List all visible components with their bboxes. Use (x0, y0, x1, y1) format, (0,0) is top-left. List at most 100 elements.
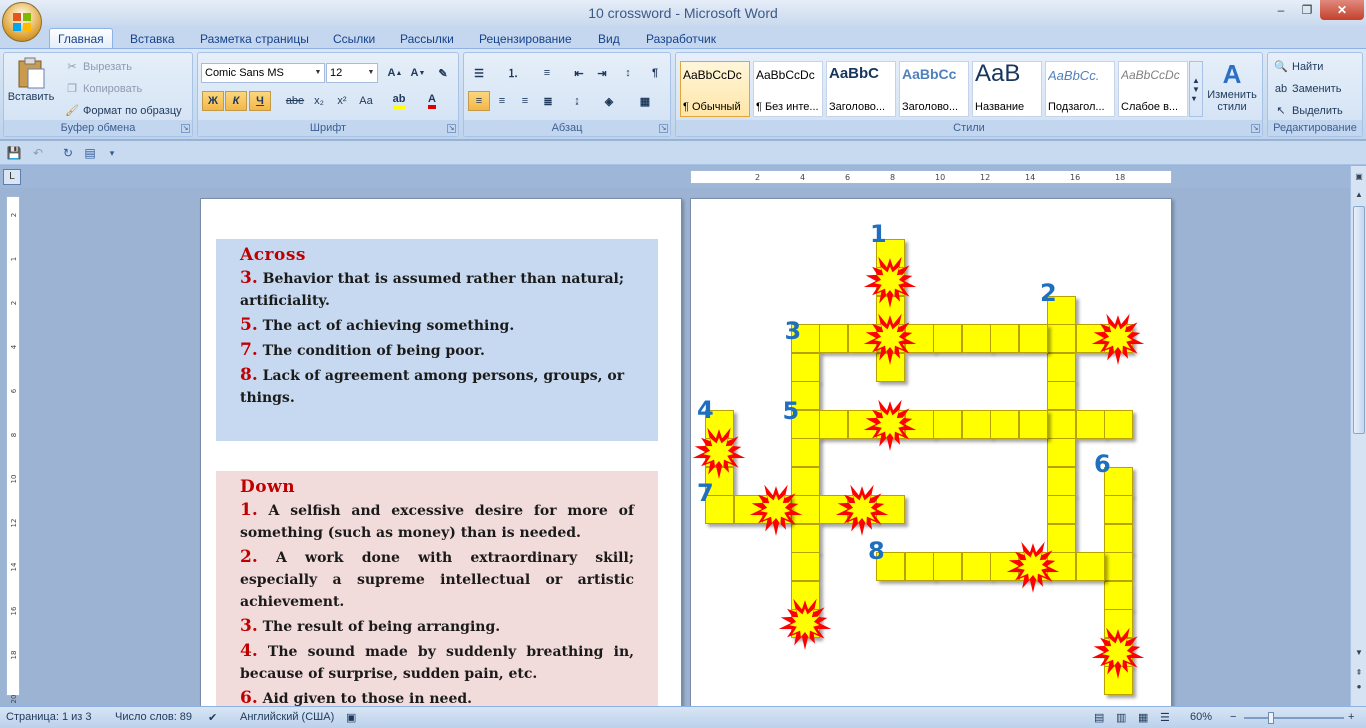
tab-stop-selector[interactable]: L (3, 169, 21, 185)
horizontal-ruler[interactable]: 2 4 6 8 10 12 14 16 18 (690, 170, 1172, 184)
scroll-up-icon[interactable]: ▲ (1352, 188, 1366, 202)
browse-object-icon[interactable]: ● (1352, 680, 1366, 694)
style-normal[interactable]: AaBbCcDc ¶ Обычный (680, 61, 750, 117)
align-center-icon[interactable]: ≡ (491, 91, 513, 111)
underline-button[interactable]: Ч (249, 91, 271, 111)
shrink-font-button[interactable]: A ▼ (407, 63, 429, 83)
change-styles-button[interactable]: A Изменить стили (1204, 59, 1260, 113)
undo-icon[interactable]: ↶ (30, 145, 46, 161)
style-no-spacing[interactable]: AaBbCcDc ¶ Без инте... (753, 61, 823, 117)
copy-button[interactable]: ❐ Копировать (64, 81, 142, 97)
full-screen-view-icon[interactable]: ▥ (1116, 711, 1126, 724)
zoom-slider-thumb[interactable] (1268, 712, 1274, 724)
style-heading-2[interactable]: AaBbCc Заголово... (899, 61, 969, 117)
minimize-button[interactable]: – (1268, 0, 1294, 20)
prev-page-icon[interactable]: ⇞ (1352, 666, 1366, 680)
select-button[interactable]: ↖ Выделить (1273, 103, 1342, 119)
font-launcher-icon[interactable]: ↘ (447, 124, 456, 133)
find-button[interactable]: 🔍 Найти (1273, 59, 1323, 75)
maximize-button[interactable]: ❐ (1294, 0, 1320, 20)
style-sample: AaBbCcDc (683, 68, 742, 82)
close-button[interactable]: ✕ (1320, 0, 1364, 20)
ruler-tick: 2 (10, 212, 18, 218)
sort-icon[interactable]: ↕ (617, 63, 639, 83)
crossword-cell (1047, 495, 1076, 524)
crossword-number: 1 (870, 219, 887, 248)
style-heading-1[interactable]: AaBbC Заголово... (826, 61, 896, 117)
line-spacing-icon[interactable]: ↨ (566, 91, 588, 111)
tab-insert[interactable]: Вставка (130, 29, 175, 48)
zoom-out-button[interactable]: − (1230, 711, 1236, 723)
font-name-combo[interactable]: Comic Sans MS ▼ (201, 63, 325, 83)
justify-icon[interactable]: ≣ (537, 91, 559, 111)
tab-home[interactable]: Главная (49, 28, 113, 49)
macro-record-icon[interactable]: ▣ (346, 711, 356, 724)
borders-icon[interactable]: ▦ (634, 91, 656, 111)
cut-button[interactable]: ✂ Вырезать (64, 59, 132, 75)
zoom-in-button[interactable]: + (1348, 711, 1354, 723)
web-view-icon[interactable]: ▦ (1138, 711, 1148, 724)
tab-references[interactable]: Ссылки (333, 29, 375, 48)
align-left-icon[interactable]: ≡ (468, 91, 490, 111)
clear-format-icon[interactable]: ✎ (432, 63, 454, 83)
customize-qat-icon[interactable]: ▾ (104, 145, 120, 161)
crossword-cell (1075, 409, 1105, 439)
bold-button[interactable]: Ж (202, 91, 224, 111)
styles-launcher-icon[interactable]: ↘ (1251, 124, 1260, 133)
scroll-down-icon[interactable]: ▼ (1352, 646, 1366, 660)
italic-button[interactable]: К (225, 91, 247, 111)
multilevel-list-icon[interactable]: ≡ (536, 63, 558, 83)
tab-mailings[interactable]: Рассылки (400, 29, 454, 48)
tab-page-layout[interactable]: Разметка страницы (200, 29, 309, 48)
bullets-icon[interactable]: ☰ (468, 63, 490, 83)
vertical-ruler[interactable]: 2 1 2 4 6 8 10 12 14 16 18 20 (6, 196, 20, 703)
strikethrough-button[interactable]: abe (284, 91, 306, 111)
tab-review[interactable]: Рецензирование (479, 29, 572, 48)
vertical-scrollbar[interactable]: ▣ ▲ ▼ ⇞ ● (1350, 166, 1366, 706)
increase-indent-icon[interactable]: ⇥ (591, 63, 613, 83)
outline-view-icon[interactable]: ☰ (1160, 711, 1170, 724)
style-title[interactable]: AaB Название (972, 61, 1042, 117)
paste-button[interactable]: Вставить (8, 57, 54, 117)
superscript-button[interactable]: x² (331, 91, 353, 111)
style-subtitle[interactable]: AaBbCc. Подзагол... (1045, 61, 1115, 117)
clue-number: 5. (240, 315, 258, 335)
redo-icon[interactable]: ↻ (60, 145, 76, 161)
numbering-icon[interactable]: ⒈ (502, 63, 524, 83)
clue-item: 2. A work done with extraordinary skill;… (240, 546, 634, 613)
font-color-icon[interactable]: A (421, 91, 443, 111)
tab-developer[interactable]: Разработчик (646, 29, 716, 48)
clipboard-launcher-icon[interactable]: ↘ (181, 124, 190, 133)
zoom-level[interactable]: 60% (1190, 711, 1212, 723)
tab-view[interactable]: Вид (598, 29, 620, 48)
crossword-number: 2 (1040, 278, 1057, 307)
styles-scroll-icon[interactable]: ▲ ▼ ▾ (1189, 61, 1203, 117)
align-right-icon[interactable]: ≡ (514, 91, 536, 111)
language-indicator[interactable]: Английский (США) (240, 711, 334, 723)
office-button[interactable] (2, 2, 42, 42)
subscript-button[interactable]: x₂ (308, 91, 330, 111)
crossword-number: 6 (1094, 449, 1111, 478)
page-counter[interactable]: Страница: 1 из 3 (6, 711, 92, 723)
spellcheck-icon[interactable]: ✔ (208, 711, 217, 724)
paragraph-launcher-icon[interactable]: ↘ (659, 124, 668, 133)
grow-font-button[interactable]: A ▲ (384, 63, 406, 83)
change-case-button[interactable]: Aa (355, 91, 377, 111)
print-preview-icon[interactable]: ▤ (82, 145, 98, 161)
decrease-indent-icon[interactable]: ⇤ (568, 63, 590, 83)
replace-button[interactable]: ab Заменить (1273, 81, 1342, 97)
highlight-icon[interactable]: ab (388, 91, 410, 111)
style-subtle-emphasis[interactable]: AaBbCcDc Слабое в... (1118, 61, 1188, 117)
save-icon[interactable]: 💾 (6, 145, 22, 161)
zoom-slider-track[interactable] (1244, 717, 1344, 719)
ruler-toggle-icon[interactable]: ▣ (1352, 170, 1366, 184)
shading-icon[interactable]: ◈ (598, 91, 620, 111)
ruler-tick: 4 (800, 173, 806, 182)
font-size-combo[interactable]: 12 ▼ (326, 63, 378, 83)
word-count[interactable]: Число слов: 89 (115, 711, 192, 723)
format-painter-button[interactable]: 🖌 Формат по образцу (64, 103, 182, 119)
show-marks-icon[interactable]: ¶ (644, 63, 666, 83)
print-layout-view-icon[interactable]: ▤ (1094, 711, 1104, 724)
scroll-thumb[interactable] (1353, 206, 1365, 434)
clue-item: 6. Aid given to those in need. (240, 687, 634, 706)
